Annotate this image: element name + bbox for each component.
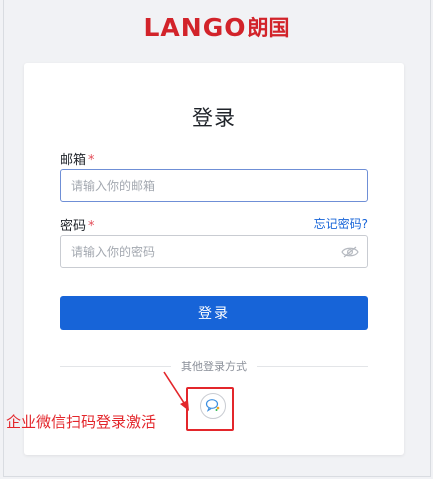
required-mark: * <box>88 219 95 234</box>
login-button[interactable]: 登录 <box>60 296 368 330</box>
logo-chinese: 朗国 <box>247 16 290 40</box>
password-input[interactable] <box>60 235 368 268</box>
login-card: 登录 邮箱* 密码* 忘记密码? 登录 其他登录方式 <box>24 63 404 455</box>
other-login-divider: 其他登录方式 <box>60 358 368 374</box>
divider-line <box>60 365 171 367</box>
password-label-text: 密码 <box>60 219 87 234</box>
divider-line <box>257 365 368 367</box>
logo-latin: LANGO <box>143 12 247 42</box>
email-label: 邮箱 * <box>60 149 95 168</box>
password-label: 密码 * <box>60 215 95 234</box>
required-mark: * <box>88 153 95 168</box>
forgot-password-link[interactable]: 忘记密码? <box>314 215 368 232</box>
eye-icon[interactable] <box>340 242 360 262</box>
brand-logo: LANGO 朗国 <box>0 12 433 42</box>
wecom-icon <box>205 397 221 416</box>
page-title: 登录 <box>192 106 236 130</box>
email-input[interactable] <box>60 169 368 202</box>
annotation-text: 企业微信扫码登录激活 <box>6 413 157 431</box>
annotation-arrow <box>163 371 189 411</box>
email-label-text: 邮箱 <box>60 153 87 168</box>
wecom-login-button[interactable] <box>200 393 226 419</box>
